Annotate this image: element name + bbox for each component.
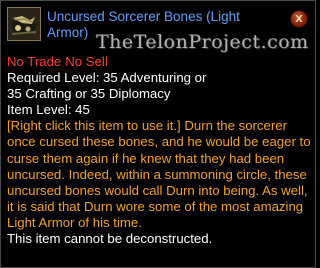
flags-line: No Trade No Sell [7,54,311,70]
close-button[interactable]: X [290,10,308,28]
close-icon: X [295,14,303,25]
tooltip-body: No Trade No Sell Required Level: 35 Adven… [7,54,311,247]
item-level: Item Level: 45 [7,102,90,118]
required-level-line: Required Level: 35 Adventuring or [7,70,207,86]
item-description: [Right click this item to use it.] Durn … [7,118,311,230]
sorcerer-bones-icon [7,7,41,41]
item-tooltip: Uncursed Sorcerer Bones (Light Armor) X … [0,0,316,268]
watermark: TheTelonProject.com [96,31,309,53]
deconstruct-note: This item cannot be deconstructed. [7,231,213,247]
no-sell-flag: No Sell [65,54,108,69]
required-level-line-2: 35 Crafting or 35 Diplomacy [7,86,171,102]
no-trade-flag: No Trade [7,54,62,69]
